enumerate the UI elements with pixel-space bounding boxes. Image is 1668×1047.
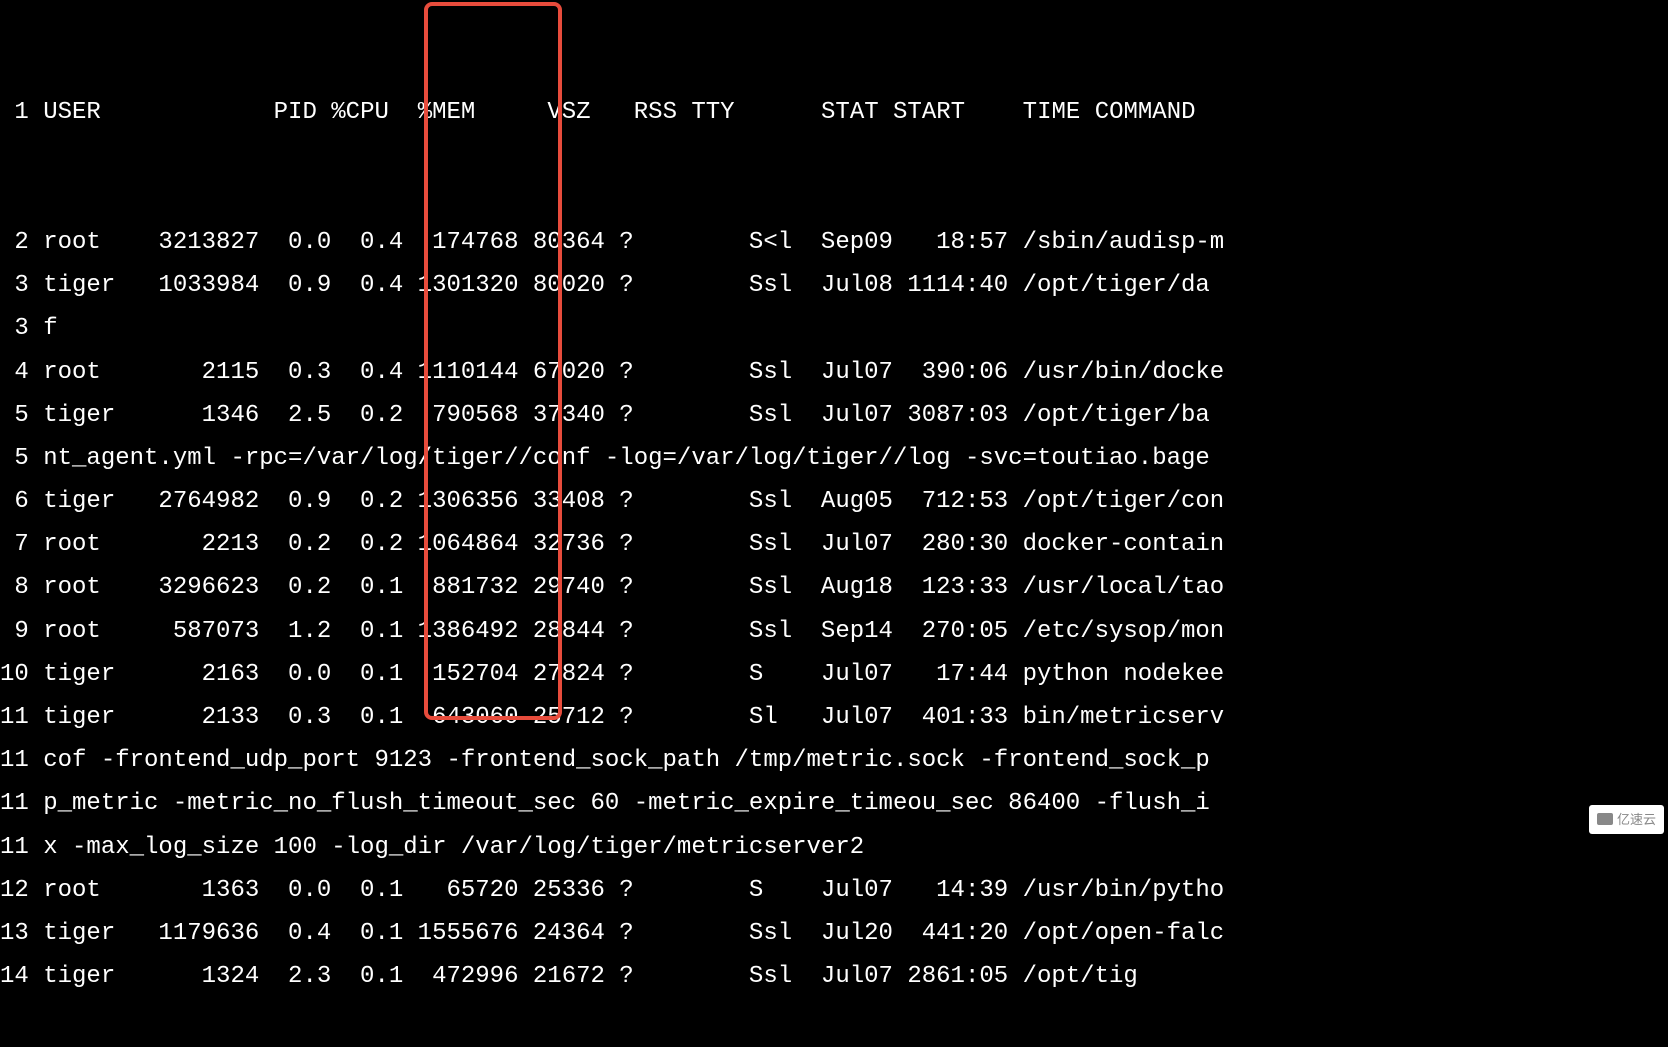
process-row: 2 root 3213827 0.0 0.4 174768 80364 ? S<…	[0, 221, 1668, 264]
cloud-icon	[1597, 813, 1613, 825]
col-stat: STAT	[821, 99, 879, 126]
col-mem: %MEM	[418, 99, 476, 126]
process-row: 8 root 3296623 0.2 0.1 881732 29740 ? Ss…	[0, 566, 1668, 609]
process-row: 11 cof -frontend_udp_port 9123 -frontend…	[0, 739, 1668, 782]
col-user: USER	[43, 99, 101, 126]
process-row: 7 root 2213 0.2 0.2 1064864 32736 ? Ssl …	[0, 523, 1668, 566]
process-row: 11 tiger 2133 0.3 0.1 643060 25712 ? Sl …	[0, 696, 1668, 739]
watermark-text: 亿速云	[1617, 808, 1656, 831]
process-row: 4 root 2115 0.3 0.4 1110144 67020 ? Ssl …	[0, 351, 1668, 394]
process-row: 3 tiger 1033984 0.9 0.4 1301320 80020 ? …	[0, 264, 1668, 307]
process-row: 14 tiger 1324 2.3 0.1 472996 21672 ? Ssl…	[0, 955, 1668, 998]
col-cpu: %CPU	[331, 99, 389, 126]
watermark-badge: 亿速云	[1589, 805, 1664, 834]
process-row: 10 tiger 2163 0.0 0.1 152704 27824 ? S J…	[0, 653, 1668, 696]
process-row: 3 f	[0, 307, 1668, 350]
col-tty: TTY	[691, 99, 734, 126]
process-row: 5 tiger 1346 2.5 0.2 790568 37340 ? Ssl …	[0, 394, 1668, 437]
col-pid: PID	[216, 99, 317, 126]
process-row: 11 x -max_log_size 100 -log_dir /var/log…	[0, 826, 1668, 869]
ps-header-row: 1 USER PID %CPU %MEM VSZ RSS TTY STAT ST…	[0, 91, 1668, 134]
col-command: COMMAND	[1095, 99, 1196, 126]
process-row: 12 root 1363 0.0 0.1 65720 25336 ? S Jul…	[0, 869, 1668, 912]
process-row: 9 root 587073 1.2 0.1 1386492 28844 ? Ss…	[0, 610, 1668, 653]
col-rss: RSS	[605, 99, 677, 126]
line-number: 1	[0, 99, 29, 126]
terminal-output[interactable]: 1 USER PID %CPU %MEM VSZ RSS TTY STAT ST…	[0, 0, 1668, 1047]
process-row: 5 nt_agent.yml -rpc=/var/log/tiger//conf…	[0, 437, 1668, 480]
col-start: START	[893, 99, 965, 126]
process-row: 11 p_metric -metric_no_flush_timeout_sec…	[0, 782, 1668, 825]
process-row: 6 tiger 2764982 0.9 0.2 1306356 33408 ? …	[0, 480, 1668, 523]
col-vsz: VSZ	[490, 99, 591, 126]
col-time: TIME	[979, 99, 1080, 126]
process-row: 13 tiger 1179636 0.4 0.1 1555676 24364 ?…	[0, 912, 1668, 955]
